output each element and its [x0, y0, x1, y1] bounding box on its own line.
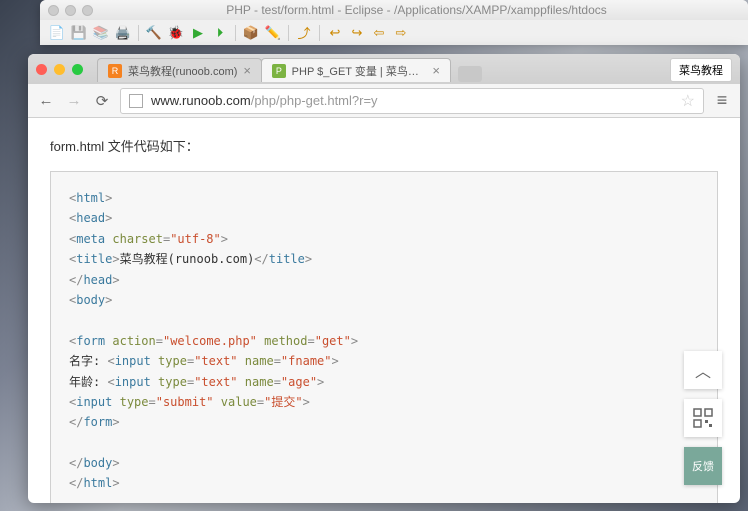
eclipse-toolbar: 📄 💾 📚 🖨️ 🔨 🐞 ▶ ⏵ 📦 ✏️ ⤴ ↩ ↪ ⇦ ⇨: [40, 20, 748, 45]
page-icon: [129, 94, 143, 108]
eclipse-traffic-lights: [48, 5, 93, 16]
feedback-button[interactable]: 反馈: [684, 447, 722, 485]
new-tab-button[interactable]: [458, 66, 482, 82]
next-icon[interactable]: ↪: [348, 24, 366, 42]
bookmark-icon[interactable]: ☆: [681, 91, 695, 111]
maximize-icon[interactable]: [82, 5, 93, 16]
run-icon[interactable]: ▶: [189, 24, 207, 42]
debug-icon[interactable]: 🐞: [167, 24, 185, 42]
favicon-icon: R: [108, 64, 122, 78]
close-icon[interactable]: [48, 5, 59, 16]
minimize-icon[interactable]: [65, 5, 76, 16]
package-icon[interactable]: 📦: [242, 24, 260, 42]
new-icon[interactable]: 📄: [48, 24, 66, 42]
save-all-icon[interactable]: 📚: [92, 24, 110, 42]
qr-icon: [693, 408, 713, 428]
back-icon[interactable]: ⇦: [370, 24, 388, 42]
eclipse-title: PHP - test/form.html - Eclipse - /Applic…: [93, 3, 740, 17]
close-tab-icon[interactable]: ×: [243, 63, 251, 78]
eclipse-window: PHP - test/form.html - Eclipse - /Applic…: [40, 0, 748, 45]
save-icon[interactable]: 💾: [70, 24, 88, 42]
page-content: form.html 文件代码如下： <html> <head> <meta ch…: [28, 118, 740, 503]
url-host: www.runoob.com: [151, 93, 251, 108]
chrome-tabbar: R 菜鸟教程(runoob.com) × P PHP $_GET 变量 | 菜鸟…: [28, 54, 740, 84]
favicon-icon: P: [272, 64, 286, 78]
back-button[interactable]: ←: [36, 91, 56, 111]
step-icon[interactable]: ⤴: [295, 24, 313, 42]
url-path: /php/php-get.html?r=y: [251, 93, 378, 108]
close-tab-icon[interactable]: ×: [432, 63, 440, 78]
tab-runoob-home[interactable]: R 菜鸟教程(runoob.com) ×: [97, 58, 262, 82]
tab-php-get[interactable]: P PHP $_GET 变量 | 菜鸟教程 ×: [261, 58, 451, 82]
tab-label: PHP $_GET 变量 | 菜鸟教程: [292, 63, 427, 79]
intro-text: form.html 文件代码如下：: [50, 136, 718, 155]
tab-label: 菜鸟教程(runoob.com): [128, 63, 237, 79]
scroll-top-button[interactable]: ︿: [684, 351, 722, 389]
extension-button[interactable]: 菜鸟教程: [670, 58, 732, 82]
chevron-up-icon: ︿: [695, 358, 711, 382]
qr-button[interactable]: [684, 399, 722, 437]
menu-icon[interactable]: ≡: [712, 90, 732, 111]
floating-buttons: ︿ 反馈: [684, 351, 722, 485]
forward-button[interactable]: →: [64, 91, 84, 111]
chrome-toolbar: ← → ⟳ www.runoob.com/php/php-get.html?r=…: [28, 84, 740, 118]
address-bar[interactable]: www.runoob.com/php/php-get.html?r=y ☆: [120, 88, 704, 114]
code-block: <html> <head> <meta charset="utf-8"> <ti…: [50, 171, 718, 503]
forward-icon[interactable]: ⇨: [392, 24, 410, 42]
chrome-traffic-lights: [36, 64, 83, 75]
minimize-icon[interactable]: [54, 64, 65, 75]
eclipse-titlebar[interactable]: PHP - test/form.html - Eclipse - /Applic…: [40, 0, 748, 20]
wand-icon[interactable]: ✏️: [264, 24, 282, 42]
run-last-icon[interactable]: ⏵: [211, 24, 229, 42]
print-icon[interactable]: 🖨️: [114, 24, 132, 42]
reload-button[interactable]: ⟳: [92, 91, 112, 111]
close-icon[interactable]: [36, 64, 47, 75]
build-icon[interactable]: 🔨: [145, 24, 163, 42]
prev-icon[interactable]: ↩: [326, 24, 344, 42]
maximize-icon[interactable]: [72, 64, 83, 75]
chrome-window: R 菜鸟教程(runoob.com) × P PHP $_GET 变量 | 菜鸟…: [28, 54, 740, 503]
